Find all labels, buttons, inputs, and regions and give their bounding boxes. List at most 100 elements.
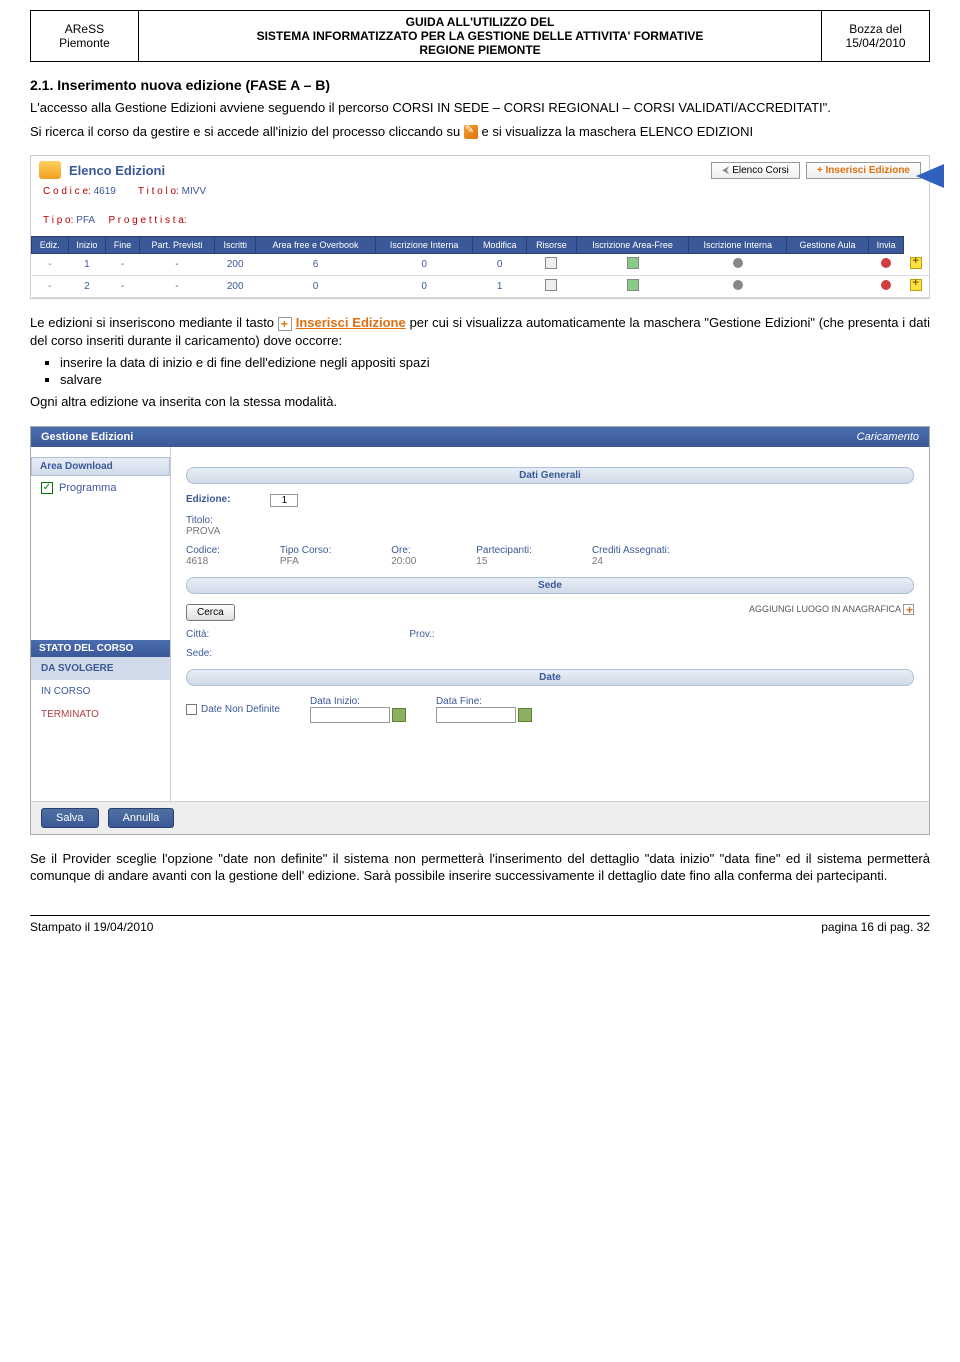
resource-icon[interactable] (627, 279, 639, 291)
col-iscritti: Iscritti (215, 237, 256, 254)
dot-icon[interactable] (733, 258, 743, 268)
col-risorse: Risorse (526, 237, 576, 254)
codice-label: Codice: (186, 545, 220, 556)
red-dot-icon[interactable] (881, 258, 891, 268)
tipo-value: PFA (76, 215, 94, 226)
stato-corso-header: STATO DEL CORSO (31, 640, 170, 657)
folder-icon (39, 161, 61, 179)
plus-small-icon: + (817, 165, 826, 176)
col-gest-aula: Gestione Aula (787, 237, 869, 254)
titolo-value: PROVA (186, 526, 220, 537)
sede-bar: Sede (186, 577, 914, 594)
elenco-edizioni-title: Elenco Edizioni (69, 163, 165, 178)
header-mid-2: SISTEMA INFORMATIZZATO PER LA GESTIONE D… (147, 29, 813, 43)
prov-label: Prov.: (409, 629, 434, 640)
list-item: inserire la data di inizio e di fine del… (60, 355, 930, 370)
footer-left: Stampato il 19/04/2010 (30, 920, 153, 934)
col-inizio: Inizio (68, 237, 106, 254)
mid-paragraph-2: Ogni altra edizione va inserita con la s… (30, 393, 930, 411)
dati-generali-bar: Dati Generali (186, 467, 914, 484)
partecipanti-value: 15 (476, 556, 487, 567)
data-inizio-label: Data Inizio: (310, 696, 406, 707)
modify-icon[interactable] (545, 257, 557, 269)
annulla-button[interactable]: Annulla (108, 808, 175, 828)
codice-value: 4618 (186, 556, 208, 567)
document-header: AReSS Piemonte GUIDA ALL'UTILIZZO DEL SI… (30, 10, 930, 62)
sidebar: Area Download ✓ Programma STATO DEL CORS… (31, 447, 171, 801)
edizione-label: Edizione: (186, 494, 230, 505)
table-row: - 2 - - 200 0 0 1 (32, 276, 930, 298)
col-modifica: Modifica (473, 237, 527, 254)
arrow-left-icon: ⮜ (722, 165, 729, 176)
tipo-label: T i p o: (43, 215, 73, 226)
col-part: Part. Previsti (139, 237, 215, 254)
ore-value: 20:00 (391, 556, 416, 567)
ore-label: Ore: (391, 545, 416, 556)
data-fine-input[interactable] (436, 707, 516, 723)
data-fine-label: Data Fine: (436, 696, 532, 707)
col-iscr-area: Iscrizione Area-Free (576, 237, 689, 254)
screenshot-gestione-edizioni: Gestione Edizioni Caricamento Area Downl… (30, 426, 930, 835)
stato-da-svolgere[interactable]: DA SVOLGERE (31, 657, 170, 680)
send-plus-icon[interactable] (910, 279, 922, 291)
aggiungi-luogo-link[interactable]: AGGIUNGI LUOGO IN ANAGRAFICA (749, 604, 914, 621)
header-left-1: AReSS (39, 22, 130, 36)
titolo-label: Titolo: (186, 515, 220, 526)
modify-icon[interactable] (545, 279, 557, 291)
titolo-value: MIVV (182, 186, 206, 197)
red-dot-icon[interactable] (881, 280, 891, 290)
screenshot-elenco-edizioni: Elenco Edizioni ⮜Elenco Corsi + Inserisc… (30, 155, 930, 299)
header-left-2: Piemonte (39, 36, 130, 50)
page-footer: Stampato il 19/04/2010 pagina 16 di pag.… (30, 915, 930, 934)
resource-icon[interactable] (627, 257, 639, 269)
header-right-1: Bozza del (830, 22, 921, 36)
inserisci-edizione-button[interactable]: + Inserisci Edizione (806, 162, 921, 179)
tipocorso-value: PFA (280, 556, 299, 567)
stato-in-corso[interactable]: IN CORSO (31, 680, 170, 703)
date-non-definite-label: Date Non Definite (201, 704, 280, 715)
stato-terminato[interactable]: TERMINATO (31, 703, 170, 726)
calendar-icon[interactable] (392, 708, 406, 722)
crediti-value: 24 (592, 556, 603, 567)
citta-label: Città: (186, 629, 209, 640)
footer-right: pagina 16 di pag. 32 (821, 920, 930, 934)
pointer-arrow-icon (916, 164, 944, 188)
edizioni-table: Ediz. Inizio Fine Part. Previsti Iscritt… (31, 236, 929, 298)
date-non-definite-checkbox[interactable] (186, 704, 197, 715)
col-fine: Fine (106, 237, 139, 254)
intro-paragraph-1: L'accesso alla Gestione Edizioni avviene… (30, 99, 930, 117)
titolo-label: T i t o l o: (138, 186, 179, 197)
col-iscrint: Iscrizione Interna (375, 237, 473, 254)
col-areafree: Area free e Overbook (256, 237, 376, 254)
area-download-header: Area Download (31, 457, 170, 476)
table-row: - 1 - - 200 6 0 0 (32, 254, 930, 276)
bottom-paragraph: Se il Provider sceglie l'opzione "date n… (30, 850, 930, 885)
inserisci-edizione-link-text: Inserisci Edizione (296, 315, 406, 330)
salva-button[interactable]: Salva (41, 808, 99, 828)
col-ediz: Ediz. (32, 237, 69, 254)
sede-label: Sede: (186, 648, 212, 659)
progettista-label: P r o g e t t i s t a: (108, 215, 186, 226)
partecipanti-label: Partecipanti: (476, 545, 532, 556)
edizione-input[interactable] (270, 494, 298, 507)
codice-value: 4619 (94, 186, 116, 197)
caricamento-label: Caricamento (857, 431, 919, 443)
list-item: salvare (60, 372, 930, 387)
elenco-corsi-button[interactable]: ⮜Elenco Corsi (711, 162, 800, 179)
cerca-button[interactable]: Cerca (186, 604, 235, 621)
check-icon: ✓ (41, 482, 53, 494)
plus-icon (278, 317, 292, 331)
edit-icon (464, 125, 478, 139)
plus-icon (903, 604, 914, 615)
calendar-icon[interactable] (518, 708, 532, 722)
send-plus-icon[interactable] (910, 257, 922, 269)
tipocorso-label: Tipo Corso: (280, 545, 331, 556)
dot-icon[interactable] (733, 280, 743, 290)
col-iscr-int2: Iscrizione Interna (689, 237, 787, 254)
data-inizio-input[interactable] (310, 707, 390, 723)
intro-paragraph-2: Si ricerca il corso da gestire e si acce… (30, 123, 930, 141)
sidebar-item-programma[interactable]: ✓ Programma (31, 476, 170, 500)
header-right-2: 15/04/2010 (830, 36, 921, 50)
col-invia: Invia (868, 237, 903, 254)
section-title: 2.1. Inserimento nuova edizione (FASE A … (30, 77, 930, 93)
